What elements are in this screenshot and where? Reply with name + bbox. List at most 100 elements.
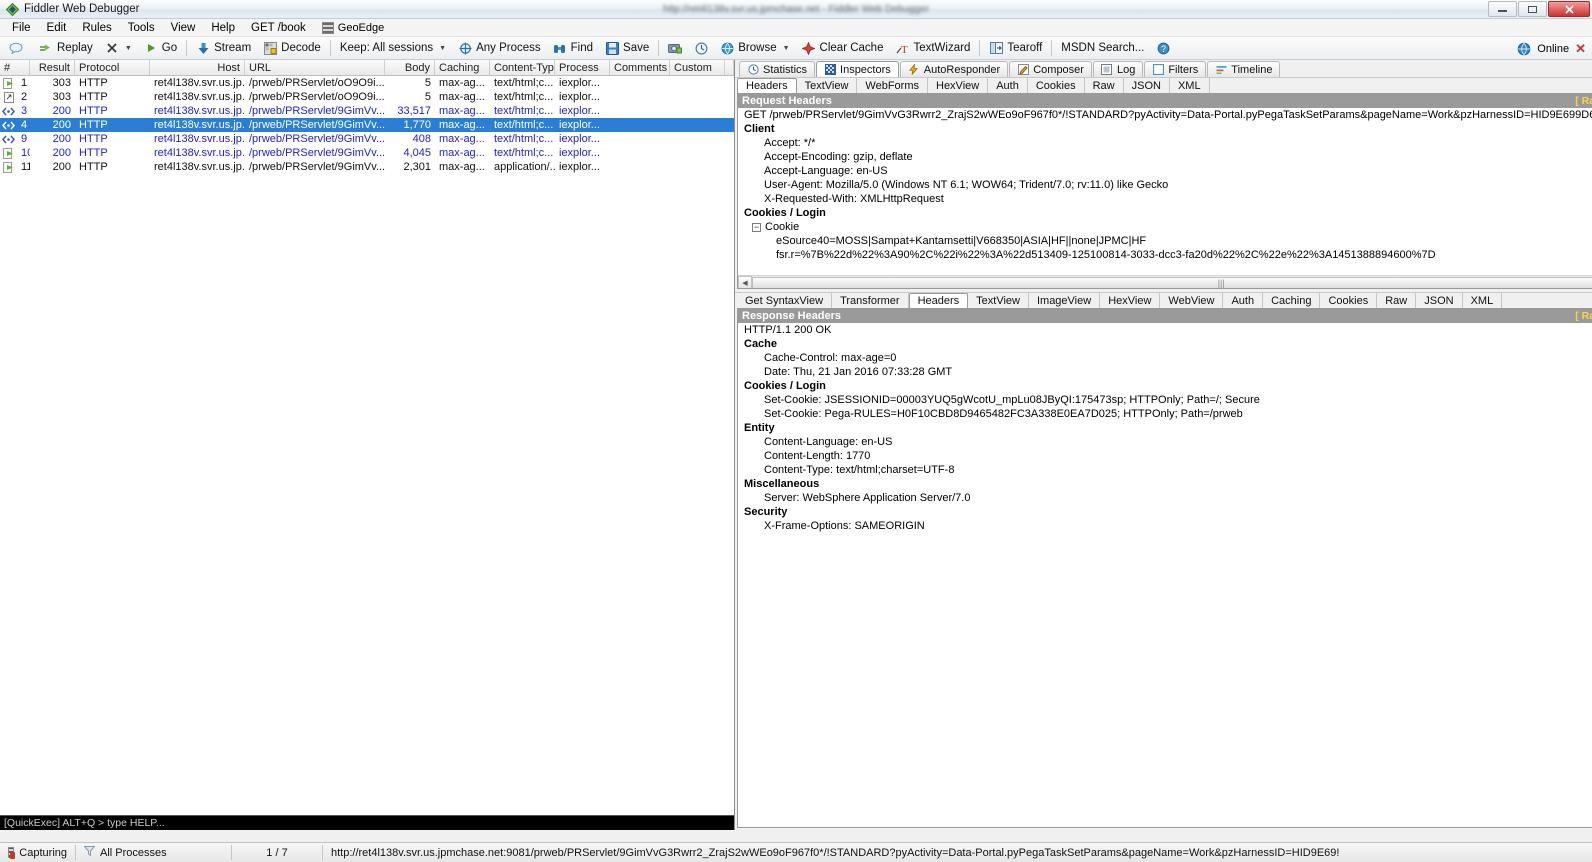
stream-button[interactable]: Stream bbox=[190, 40, 257, 56]
subtab-response-caching[interactable]: Caching bbox=[1263, 293, 1321, 308]
msdn-help-button[interactable]: ? bbox=[1150, 40, 1176, 56]
request-cookie-tree-node[interactable]: − Cookie bbox=[738, 220, 1592, 234]
column-header-caching[interactable]: Caching bbox=[435, 60, 490, 75]
tab-timeline[interactable]: Timeline bbox=[1207, 61, 1281, 77]
replay-button[interactable]: Replay bbox=[33, 40, 99, 56]
comment-button[interactable] bbox=[3, 40, 33, 56]
remove-dropdown-caret-icon[interactable]: ▼ bbox=[125, 45, 132, 52]
table-row[interactable]: 10 200 HTTP ret4l138v.svr.us.jp... /prwe… bbox=[0, 146, 734, 160]
request-horizontal-scrollbar[interactable]: ◀ ||| ▶ bbox=[738, 275, 1592, 288]
minimize-button[interactable] bbox=[1488, 1, 1517, 17]
status-capturing[interactable]: Capturing bbox=[0, 843, 75, 862]
table-row[interactable]: 2 303 HTTP ret4l138v.svr.us.jp... /prweb… bbox=[0, 90, 734, 104]
subtab-request-webforms[interactable]: WebForms bbox=[857, 78, 928, 93]
find-button[interactable]: Find bbox=[547, 40, 599, 56]
remove-button[interactable]: ▼ bbox=[99, 40, 138, 56]
online-status-area: Online ✕ bbox=[1517, 37, 1586, 59]
table-row[interactable]: 3 200 HTTP ret4l138v.svr.us.jp... /prweb… bbox=[0, 104, 734, 118]
tab-log[interactable]: Log bbox=[1092, 61, 1144, 77]
tearoff-button[interactable]: Tearoff bbox=[983, 40, 1048, 56]
go-button[interactable]: Go bbox=[138, 40, 183, 56]
browse-button[interactable]: Browse ▼ bbox=[714, 40, 795, 56]
subtab-request-json[interactable]: JSON bbox=[1124, 78, 1170, 93]
subtab-request-textview[interactable]: TextView bbox=[797, 78, 858, 93]
quickexec-bar[interactable]: [QuickExec] ALT+Q > type HELP... bbox=[0, 815, 734, 830]
scroll-left-icon[interactable]: ◀ bbox=[738, 276, 752, 288]
table-row[interactable]: 1 303 HTTP ret4l138v.svr.us.jp... /prweb… bbox=[0, 76, 734, 90]
timer-button[interactable] bbox=[688, 40, 714, 56]
tab-inspectors[interactable]: Inspectors bbox=[816, 61, 899, 77]
subtab-request-headers[interactable]: Headers bbox=[737, 78, 797, 94]
tab-autoresponder[interactable]: AutoResponder bbox=[899, 61, 1009, 77]
subtab-response-cookies[interactable]: Cookies bbox=[1320, 293, 1378, 308]
subtab-request-cookies[interactable]: Cookies bbox=[1028, 78, 1085, 93]
subtab-request-auth[interactable]: Auth bbox=[988, 78, 1028, 93]
subtab-request-raw[interactable]: Raw bbox=[1085, 78, 1124, 93]
tree-collapse-icon[interactable]: − bbox=[752, 222, 761, 232]
subtab-request-hexview[interactable]: HexView bbox=[928, 78, 989, 93]
subtab-response-headers[interactable]: Headers bbox=[908, 293, 969, 309]
decode-button[interactable]: Decode bbox=[257, 40, 327, 56]
request-headers-body[interactable]: GET /prweb/PRServlet/9GimVvG3Rwrr2_ZrajS… bbox=[738, 108, 1592, 288]
tab-composer[interactable]: Composer bbox=[1009, 61, 1092, 77]
subtab-response-imageview[interactable]: ImageView bbox=[1029, 293, 1101, 308]
tab-statistics[interactable]: Statistics bbox=[739, 61, 816, 77]
subtab-response-transformer[interactable]: Transformer bbox=[832, 293, 909, 308]
keep-dropdown-caret-icon[interactable]: ▼ bbox=[439, 45, 446, 52]
column-header-custom[interactable]: Custom bbox=[670, 60, 725, 75]
cell-content-type: text/html;c... bbox=[494, 105, 554, 117]
table-row[interactable]: 9 200 HTTP ret4l138v.svr.us.jp... /prweb… bbox=[0, 132, 734, 146]
tab-filters[interactable]: Filters bbox=[1144, 61, 1207, 77]
subtab-response-raw[interactable]: Raw bbox=[1377, 293, 1417, 308]
menu-rules[interactable]: Rules bbox=[74, 20, 119, 36]
subtab-response-webview[interactable]: WebView bbox=[1160, 293, 1224, 308]
response-raw-link[interactable]: [ Raw ] bbox=[1575, 310, 1592, 322]
save-button[interactable]: Save bbox=[599, 40, 655, 56]
column-header-comments[interactable]: Comments bbox=[610, 60, 670, 75]
column-header-body[interactable]: Body bbox=[385, 60, 435, 75]
textwizard-button[interactable]: T TextWizard bbox=[889, 40, 976, 56]
subtab-response-auth[interactable]: Auth bbox=[1223, 293, 1264, 308]
table-row[interactable]: 11 200 HTTP ret4l138v.svr.us.jp... /prwe… bbox=[0, 160, 734, 174]
request-hscroll-thumb[interactable]: ||| bbox=[752, 276, 1592, 288]
column-header-process[interactable]: Process bbox=[555, 60, 610, 75]
any-process-button[interactable]: Any Process bbox=[452, 40, 547, 56]
menu-tools[interactable]: Tools bbox=[120, 20, 163, 36]
subtab-response-get-syntaxview[interactable]: Get SyntaxView bbox=[737, 293, 833, 308]
online-label[interactable]: Online bbox=[1537, 43, 1569, 55]
clear-cache-button[interactable]: Clear Cache bbox=[796, 40, 890, 56]
tab-composer-label: Composer bbox=[1033, 63, 1084, 76]
maximize-button[interactable] bbox=[1518, 1, 1547, 17]
column-header-content-type[interactable]: Content-Type bbox=[490, 60, 555, 75]
save-label: Save bbox=[623, 42, 650, 54]
menu-help[interactable]: Help bbox=[203, 20, 243, 36]
subtab-request-xml[interactable]: XML bbox=[1170, 78, 1210, 93]
column-header-url[interactable]: URL bbox=[245, 60, 385, 75]
online-close-icon[interactable]: ✕ bbox=[1575, 41, 1586, 57]
browse-dropdown-caret-icon[interactable]: ▼ bbox=[783, 45, 790, 52]
table-row-selected[interactable]: 4 200 HTTP ret4l138v.svr.us.jp... /prweb… bbox=[0, 118, 734, 132]
menu-view[interactable]: View bbox=[163, 20, 204, 36]
column-header-host[interactable]: Host bbox=[150, 60, 245, 75]
cell-content-type: text/html;c... bbox=[494, 147, 554, 159]
subtab-response-hexview[interactable]: HexView bbox=[1100, 293, 1161, 308]
menu-file[interactable]: File bbox=[4, 20, 39, 36]
subtab-response-textview[interactable]: TextView bbox=[968, 293, 1029, 308]
column-header-result[interactable]: Result bbox=[30, 60, 75, 75]
subtab-response-xml[interactable]: XML bbox=[1463, 293, 1503, 308]
tab-filters-label: Filters bbox=[1168, 63, 1199, 76]
column-header-protocol[interactable]: Protocol bbox=[75, 60, 150, 75]
capture-snapshot-button[interactable] bbox=[662, 40, 688, 56]
close-button[interactable] bbox=[1548, 1, 1590, 17]
column-header-num[interactable]: # bbox=[0, 60, 30, 75]
menu-geoedge[interactable]: GeoEdge bbox=[314, 20, 392, 36]
response-headers-body[interactable]: HTTP/1.1 200 OK Cache Cache-Control: max… bbox=[738, 323, 1592, 827]
subtab-response-json[interactable]: JSON bbox=[1416, 293, 1463, 308]
sessions-grid-body[interactable]: 1 303 HTTP ret4l138v.svr.us.jp... /prweb… bbox=[0, 76, 734, 815]
status-processes[interactable]: All Processes bbox=[76, 843, 231, 862]
menu-get-book[interactable]: GET /book bbox=[243, 20, 314, 36]
request-raw-link[interactable]: [ Raw ] bbox=[1575, 95, 1592, 107]
keep-sessions-dropdown[interactable]: Keep: All sessions ▼ bbox=[334, 41, 452, 55]
msdn-search-input[interactable]: MSDN Search... bbox=[1055, 41, 1150, 55]
menu-edit[interactable]: Edit bbox=[39, 20, 75, 36]
